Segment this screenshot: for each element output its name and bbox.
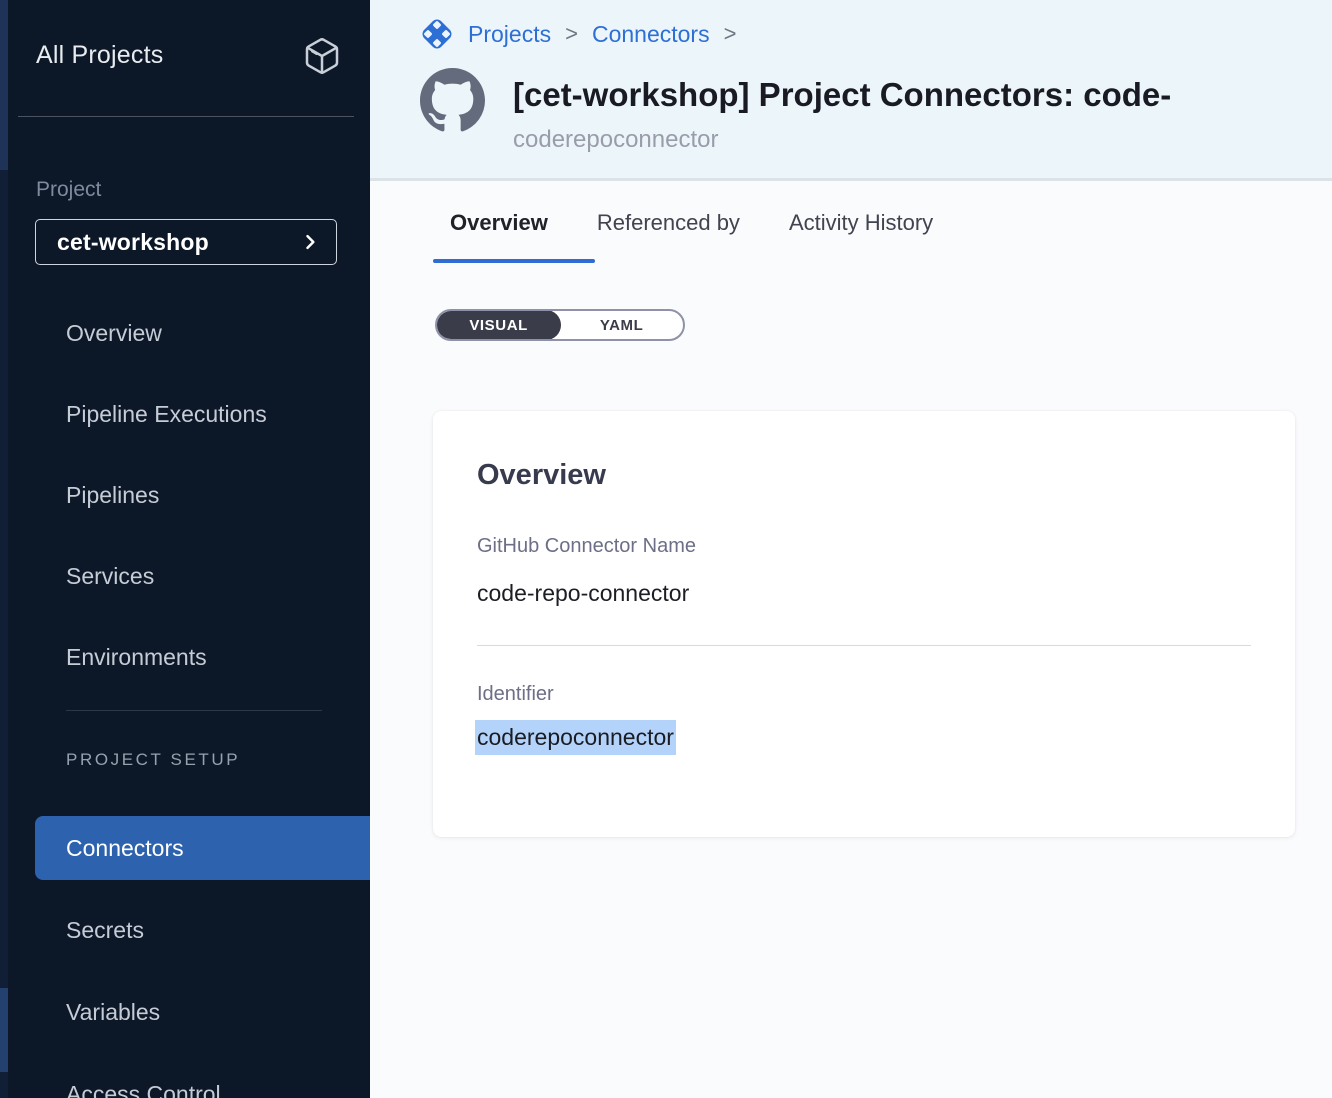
github-octocat-icon <box>420 68 485 133</box>
app-window: All Projects Project cet-workshop Ov <box>0 0 1332 1098</box>
module-rail-active-segment <box>0 0 8 170</box>
field-label-connector-name: GitHub Connector Name <box>477 535 696 558</box>
sidebar-item-environments[interactable]: Environments <box>8 617 370 698</box>
module-rail <box>0 0 8 1098</box>
field-value-connector-name: code-repo-connector <box>477 580 689 607</box>
sidebar-item-label: Secrets <box>66 917 144 944</box>
breadcrumb-separator: > <box>722 21 739 47</box>
sidebar-nav-list: Overview Pipeline Executions Pipelines S… <box>8 293 370 698</box>
card-title: Overview <box>477 459 606 492</box>
breadcrumb-link-projects[interactable]: Projects <box>468 21 551 48</box>
sidebar-item-pipeline-executions[interactable]: Pipeline Executions <box>8 374 370 455</box>
package-cube-icon[interactable] <box>302 36 342 76</box>
sidebar-item-secrets[interactable]: Secrets <box>8 889 370 971</box>
page-title: [cet-workshop] Project Connectors: code- <box>513 76 1332 114</box>
project-section-label: Project <box>36 178 101 202</box>
sidebar-item-label: Environments <box>66 644 207 671</box>
sidebar-item-label: Connectors <box>66 835 184 862</box>
project-sidebar: All Projects Project cet-workshop Ov <box>8 0 370 1098</box>
breadcrumb: Projects > Connectors > <box>418 14 738 54</box>
sidebar-item-pipelines[interactable]: Pipelines <box>8 455 370 536</box>
sidebar-item-label: Overview <box>66 320 162 347</box>
tab-bar: Overview Referenced by Activity History <box>450 210 933 242</box>
sidebar-item-services[interactable]: Services <box>8 536 370 617</box>
field-label-identifier: Identifier <box>477 683 554 706</box>
sidebar-item-overview[interactable]: Overview <box>8 293 370 374</box>
sidebar-item-label: Pipeline Executions <box>66 401 267 428</box>
sidebar-item-connectors[interactable]: Connectors <box>8 807 370 889</box>
breadcrumb-link-connectors[interactable]: Connectors <box>592 21 710 48</box>
project-setup-list: Connectors Secrets Variables Access Cont… <box>8 807 370 1098</box>
tab-referenced-by[interactable]: Referenced by <box>597 210 740 242</box>
sidebar-item-label: Pipelines <box>66 482 159 509</box>
breadcrumb-separator: > <box>563 21 580 47</box>
selected-text-highlight: coderepoconnector <box>475 720 676 755</box>
active-tab-underline <box>433 259 595 263</box>
all-projects-row: All Projects <box>8 36 370 78</box>
overview-card: Overview GitHub Connector Name code-repo… <box>433 411 1295 837</box>
sidebar-item-access-control[interactable]: Access Control <box>8 1053 370 1098</box>
sidebar-item-label: Access Control <box>66 1081 221 1098</box>
blue-diamond-logo-icon <box>418 15 456 53</box>
main-content: Projects > Connectors > [cet-workshop] P… <box>370 0 1332 1098</box>
tab-overview[interactable]: Overview <box>450 210 548 242</box>
page-header: Projects > Connectors > [cet-workshop] P… <box>370 0 1332 181</box>
visual-yaml-toggle[interactable]: VISUAL YAML <box>435 309 685 341</box>
sidebar-item-label: Variables <box>66 999 160 1026</box>
tab-activity-history[interactable]: Activity History <box>789 210 933 242</box>
sidebar-section-divider <box>66 710 322 711</box>
sidebar-divider <box>18 116 354 117</box>
all-projects-label: All Projects <box>36 41 163 70</box>
project-selector-value: cet-workshop <box>57 229 209 256</box>
project-setup-section-header: PROJECT SETUP <box>66 750 240 770</box>
sidebar-item-variables[interactable]: Variables <box>8 971 370 1053</box>
toggle-option-yaml[interactable]: YAML <box>560 311 683 339</box>
chevron-right-icon <box>300 232 320 252</box>
sidebar-item-label: Services <box>66 563 154 590</box>
project-selector[interactable]: cet-workshop <box>35 219 337 265</box>
page-subtitle: coderepoconnector <box>513 126 718 154</box>
module-rail-scroll-indicator[interactable] <box>0 988 8 1072</box>
card-divider <box>477 645 1251 646</box>
field-value-identifier: coderepoconnector <box>475 724 676 751</box>
toggle-option-visual[interactable]: VISUAL <box>436 310 561 340</box>
